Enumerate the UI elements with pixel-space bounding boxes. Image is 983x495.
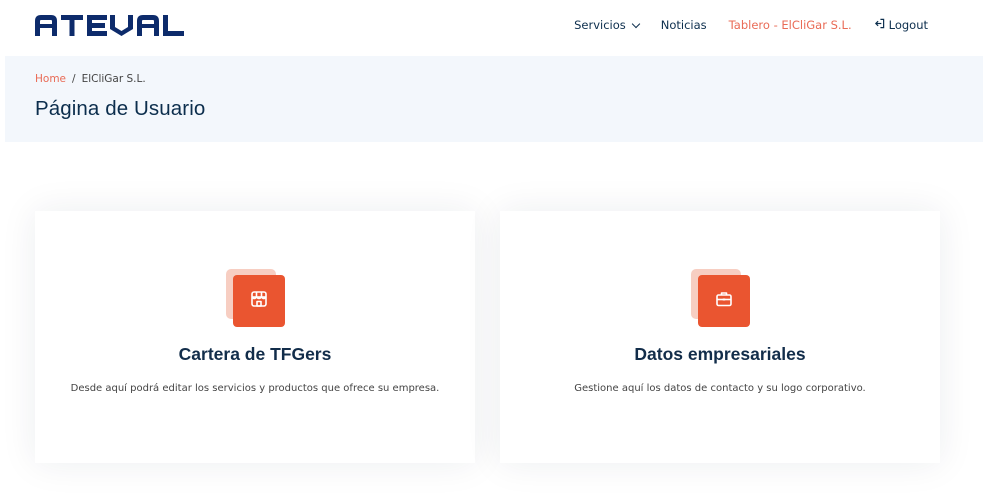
card-cartera[interactable]: Cartera de TFGers Desde aquí podrá edita… (35, 211, 475, 463)
nav-logout[interactable]: Logout (863, 18, 939, 32)
card-datos[interactable]: Datos empresariales Gestione aquí los da… (500, 211, 940, 463)
nav-noticias[interactable]: Noticias (650, 18, 718, 32)
page-title: Página de Usuario (35, 97, 206, 120)
breadcrumb-home-link[interactable]: Home (35, 73, 66, 85)
card-title: Cartera de TFGers (178, 344, 332, 364)
nav-tablero-label: Tablero - ElCliGar S.L. (728, 18, 852, 32)
logout-icon (874, 18, 885, 32)
chevron-down-icon (631, 19, 641, 28)
card-description: Desde aquí podrá editar los servicios y … (70, 383, 440, 394)
store-icon (250, 290, 268, 313)
nav-logout-label: Logout (888, 18, 928, 32)
site-header: Servicios Noticias Tablero - ElCliGar S.… (0, 0, 983, 56)
breadcrumb-section: Home / ElCliGar S.L. Página de Usuario (5, 56, 983, 142)
breadcrumb-separator: / (72, 73, 76, 85)
ateval-logo-icon (35, 15, 184, 36)
nav-noticias-label: Noticias (660, 18, 707, 32)
breadcrumb: Home / ElCliGar S.L. (35, 73, 146, 85)
brand-logo[interactable] (35, 12, 185, 36)
card-icon-box (691, 269, 750, 327)
card-icon-box (226, 269, 285, 327)
nav-servicios-label: Servicios (574, 18, 626, 32)
nav-servicios[interactable]: Servicios (563, 18, 650, 32)
card-title: Datos empresariales (634, 344, 806, 364)
main-nav: Servicios Noticias Tablero - ElCliGar S.… (563, 0, 939, 50)
briefcase-icon (715, 290, 733, 313)
breadcrumb-current: ElCliGar S.L. (81, 73, 146, 85)
nav-tablero[interactable]: Tablero - ElCliGar S.L. (718, 18, 863, 32)
card-description: Gestione aquí los datos de contacto y su… (574, 383, 866, 394)
